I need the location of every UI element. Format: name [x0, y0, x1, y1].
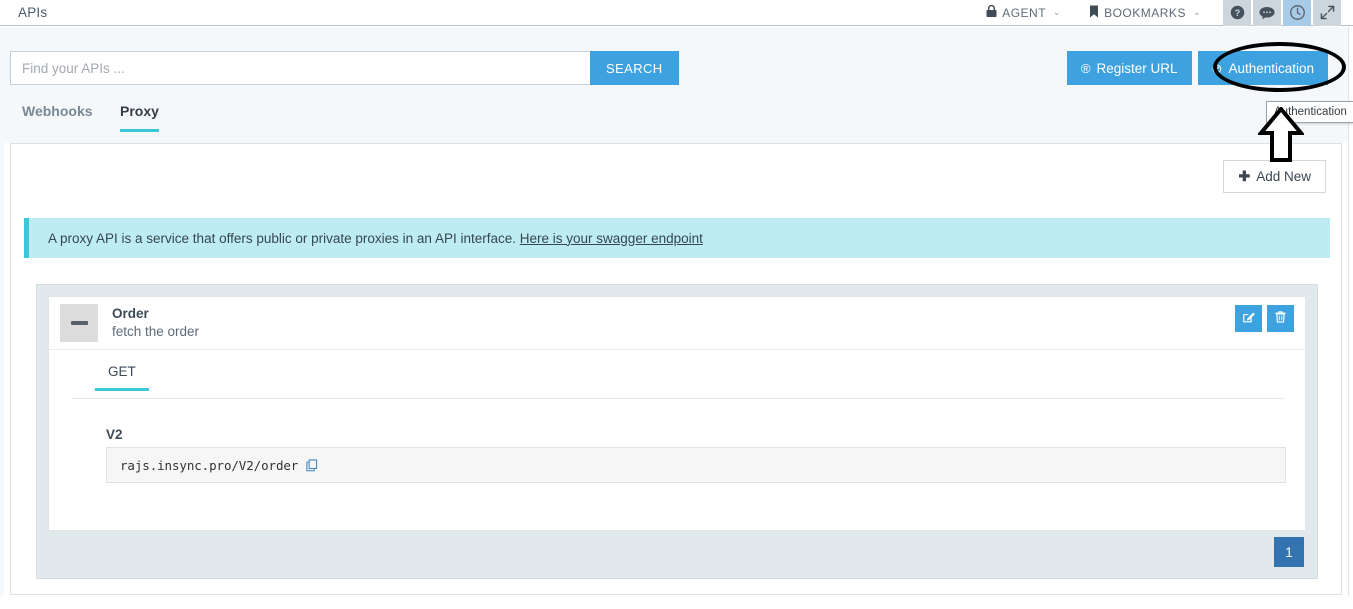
info-banner-description: A proxy API is a service that offers pub…: [48, 231, 516, 246]
method-tab-get[interactable]: GET: [108, 364, 136, 390]
api-card-order: Order fetch the order: [48, 296, 1306, 531]
collapse-toggle-button[interactable]: [60, 304, 98, 342]
left-page-edge: [0, 27, 4, 609]
search-button[interactable]: SEARCH: [590, 51, 679, 85]
expand-icon: [1320, 5, 1335, 20]
bookmark-icon: [1089, 5, 1099, 20]
registered-mark-icon: ®: [1081, 62, 1091, 75]
minus-icon: [71, 321, 88, 325]
api-version-label: V2: [106, 427, 123, 442]
action-button-group: ® Register URL ⊘ Authentication: [1067, 51, 1328, 85]
bookmarks-menu[interactable]: BOOKMARKS ⌄: [1081, 0, 1209, 26]
lock-icon: [986, 5, 997, 20]
info-banner: A proxy API is a service that offers pub…: [24, 218, 1330, 258]
tab-webhooks[interactable]: Webhooks: [22, 103, 93, 132]
api-card-actions: [1235, 305, 1294, 332]
top-header-bar: APIs AGENT ⌄ BOOKMARKS ⌄ ?: [0, 0, 1353, 26]
api-card-header: Order fetch the order: [49, 297, 1305, 350]
page-title: APIs: [18, 5, 47, 20]
authentication-label: Authentication: [1228, 61, 1314, 76]
register-url-button[interactable]: ® Register URL: [1067, 51, 1192, 85]
api-card-subtitle: fetch the order: [112, 324, 199, 341]
swagger-endpoint-link[interactable]: Here is your swagger endpoint: [520, 231, 703, 246]
add-new-wrapper: ✚ Add New: [1223, 160, 1326, 193]
clock-icon: [1290, 5, 1305, 20]
agent-menu[interactable]: AGENT ⌄: [978, 0, 1069, 26]
register-url-label: Register URL: [1097, 61, 1178, 76]
agent-menu-label: AGENT: [1002, 6, 1046, 20]
chevron-down-icon: ⌄: [1053, 7, 1061, 18]
add-new-button[interactable]: ✚ Add New: [1223, 160, 1326, 193]
page-root: APIs AGENT ⌄ BOOKMARKS ⌄ ?: [0, 0, 1353, 609]
endpoint-url-text: rajs.insync.pro/V2/order: [120, 458, 298, 473]
pencil-square-icon: [1242, 310, 1256, 327]
clock-button[interactable]: [1283, 0, 1311, 26]
delete-api-button[interactable]: [1267, 305, 1294, 332]
api-card-title: Order: [112, 306, 199, 323]
info-banner-text: A proxy API is a service that offers pub…: [48, 231, 703, 246]
bookmarks-menu-label: BOOKMARKS: [1104, 6, 1186, 20]
chat-icon: [1259, 6, 1275, 20]
method-tab-bar: GET: [71, 364, 1285, 399]
help-icon: ?: [1230, 5, 1245, 20]
tab-proxy[interactable]: Proxy: [120, 103, 159, 132]
pagination-page-1[interactable]: 1: [1274, 537, 1304, 567]
search-toolbar: SEARCH ® Register URL ⊘ Authentication: [0, 27, 1353, 95]
endpoint-url-box: rajs.insync.pro/V2/order: [106, 447, 1286, 483]
bottom-page-edge: [0, 596, 1353, 609]
trash-icon: [1274, 310, 1287, 327]
proxy-panel: ✚ Add New A proxy API is a service that …: [10, 143, 1342, 595]
api-list-container: Order fetch the order: [36, 284, 1318, 579]
authentication-tooltip: Authentication: [1266, 101, 1353, 123]
chevron-down-icon: ⌄: [1193, 7, 1201, 18]
help-button[interactable]: ?: [1223, 0, 1251, 26]
plus-icon: ✚: [1238, 168, 1250, 185]
svg-text:?: ?: [1234, 8, 1239, 18]
api-card-titles: Order fetch the order: [112, 306, 199, 341]
authentication-button[interactable]: ⊘ Authentication: [1198, 51, 1328, 85]
top-header-right-group: AGENT ⌄ BOOKMARKS ⌄ ?: [978, 0, 1353, 26]
copy-icon[interactable]: [306, 459, 319, 472]
expand-button[interactable]: [1313, 0, 1341, 26]
search-group: SEARCH: [10, 51, 679, 85]
chat-button[interactable]: [1253, 0, 1281, 26]
tab-bar: Webhooks Proxy: [0, 95, 1353, 143]
edit-api-button[interactable]: [1235, 305, 1262, 332]
pagination: 1: [1274, 537, 1304, 567]
check-circle-icon: ⊘: [1212, 62, 1223, 75]
add-new-label: Add New: [1256, 169, 1311, 184]
search-input[interactable]: [10, 51, 590, 85]
